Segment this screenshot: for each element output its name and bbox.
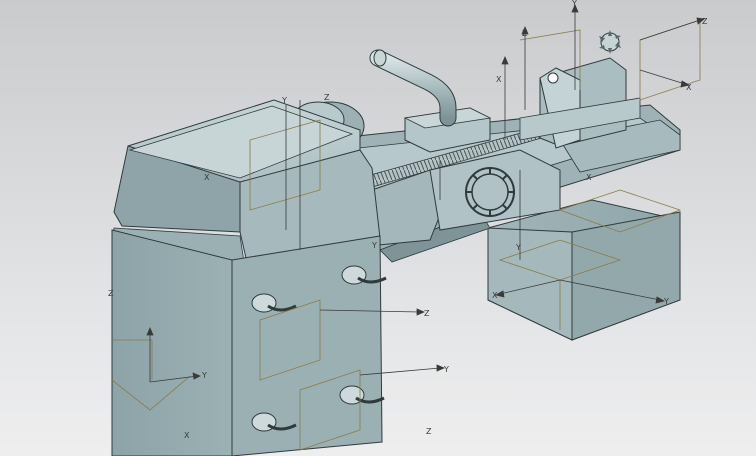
axis-label-z: Z <box>108 289 114 298</box>
axis-label-x: X <box>686 83 692 92</box>
axis-label-z: Z <box>324 93 330 102</box>
axis-label-y: Y <box>371 241 377 250</box>
right-pedestal[interactable] <box>487 199 681 341</box>
axis-label-x: X <box>184 431 190 440</box>
axis-label-y: Y <box>515 243 521 252</box>
axis-label-y: Y <box>281 96 287 105</box>
axis-label-z: Z <box>426 427 432 436</box>
axis-label-x: X <box>496 75 502 84</box>
axis-label-x: X <box>586 173 592 182</box>
axis-label-y: Y <box>571 0 577 8</box>
axis-label-x: X <box>204 173 210 182</box>
axis-label-y: Y <box>663 297 669 306</box>
headstock-housing[interactable] <box>111 99 381 263</box>
coolant-pipe[interactable] <box>369 49 457 127</box>
axis-label-z: Z <box>702 17 708 26</box>
axis-label-x: X <box>492 291 498 300</box>
cad-graphics-window[interactable]: Y Z X Y X Y Z X Z Y Z Z X Y Z X Y X Y <box>0 0 756 456</box>
3d-model-view[interactable]: Y Z X Y X Y Z X Z Y Z Z X Y Z X Y X Y <box>0 0 756 456</box>
axis-label-z: Z <box>424 309 430 318</box>
axis-label-z: Z <box>522 29 528 38</box>
axis-label-y: Y <box>201 371 207 380</box>
lower-cabinet[interactable] <box>111 229 383 456</box>
gear-icon[interactable] <box>599 30 621 54</box>
axis-label-y: Y <box>443 365 449 374</box>
